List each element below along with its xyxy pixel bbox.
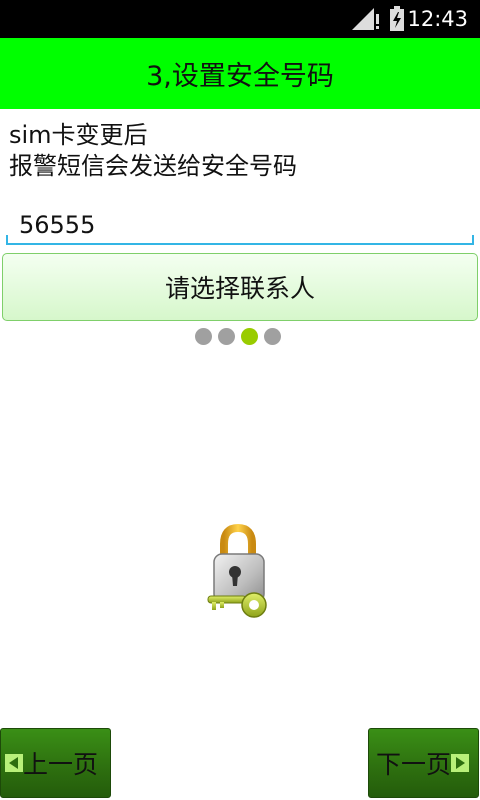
page-indicator-dot-4 bbox=[264, 328, 281, 345]
next-page-button[interactable]: 下一页 bbox=[368, 728, 479, 798]
arrow-right-icon bbox=[451, 754, 470, 772]
page-indicator-dot-2 bbox=[218, 328, 235, 345]
page-indicator-dot-1 bbox=[195, 328, 212, 345]
description-line-2: 报警短信会发送给安全号码 bbox=[9, 152, 297, 180]
input-underline-right-tick bbox=[472, 235, 474, 245]
next-page-label: 下一页 bbox=[376, 750, 452, 779]
prev-page-label: 上一页 bbox=[23, 750, 99, 779]
status-bar: 12:43 bbox=[0, 0, 480, 38]
lock-and-key-icon bbox=[207, 523, 267, 618]
select-contact-button[interactable]: 请选择联系人 bbox=[2, 253, 478, 321]
input-underline bbox=[6, 243, 474, 245]
status-time: 12:43 bbox=[407, 7, 468, 31]
arrow-left-icon bbox=[5, 754, 23, 772]
title-bar: 3,设置安全号码 bbox=[0, 38, 480, 109]
page-indicator bbox=[195, 328, 281, 345]
page-title: 3,设置安全号码 bbox=[146, 61, 334, 92]
prev-page-button[interactable]: 上一页 bbox=[0, 728, 111, 798]
input-underline-left-tick bbox=[6, 235, 8, 245]
page-indicator-dot-3-active bbox=[241, 328, 258, 345]
signal-icon bbox=[352, 8, 379, 30]
safe-number-input[interactable] bbox=[6, 204, 474, 246]
battery-charging-icon bbox=[390, 6, 404, 31]
description: sim卡变更后 报警短信会发送给安全号码 bbox=[9, 120, 297, 182]
description-line-1: sim卡变更后 bbox=[9, 121, 148, 149]
